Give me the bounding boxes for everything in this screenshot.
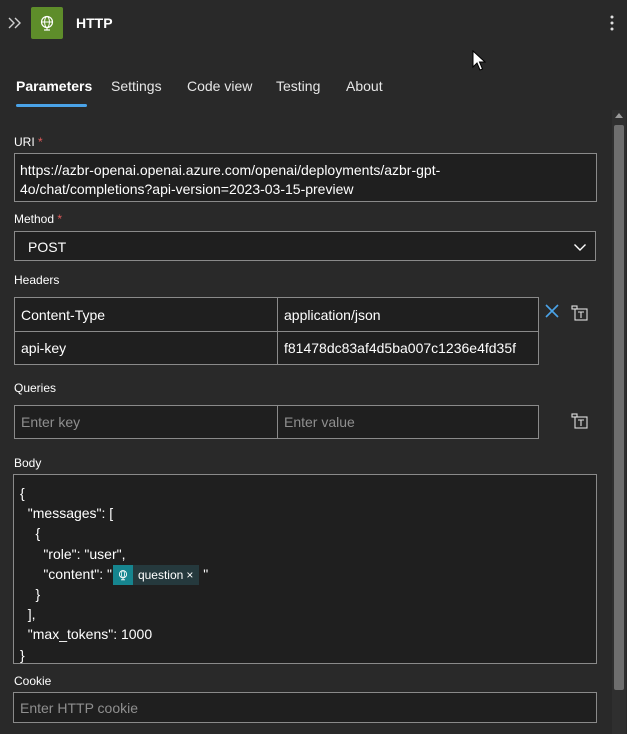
- tab-bar: Parameters Settings Code view Testing Ab…: [0, 72, 600, 108]
- token-globe-icon: [112, 565, 133, 586]
- uri-input[interactable]: https://azbr-openai.openai.azure.com/ope…: [14, 153, 597, 202]
- switch-text-mode-icon[interactable]: [570, 411, 590, 431]
- required-asterisk: *: [57, 212, 63, 226]
- query-key-input[interactable]: Enter key: [14, 405, 278, 439]
- header-key-input[interactable]: Content-Type: [14, 297, 278, 332]
- body-code-line: ],: [20, 606, 36, 623]
- header-value-input[interactable]: application/json: [277, 297, 539, 332]
- method-value: POST: [28, 239, 67, 255]
- headers-label: Headers: [14, 273, 60, 287]
- delete-x-icon[interactable]: [542, 301, 562, 321]
- collapse-panel-icon[interactable]: [6, 14, 24, 32]
- method-dropdown[interactable]: POST: [14, 231, 596, 261]
- queries-label: Queries: [14, 381, 57, 395]
- tab-about[interactable]: About: [346, 78, 383, 94]
- body-editor[interactable]: { "messages": [ { "role": "user", "conte…: [13, 474, 597, 664]
- scrollbar-thumb[interactable]: [614, 125, 624, 690]
- uri-value-line-2: 4o/chat/completions?api-version=2023-03-…: [20, 181, 354, 197]
- switch-text-mode-icon[interactable]: [570, 303, 590, 323]
- cookie-label: Cookie: [14, 674, 52, 688]
- body-code-line: "role": "user",: [20, 545, 126, 562]
- panel-header: HTTP: [0, 0, 627, 46]
- body-code-line: {: [20, 525, 41, 542]
- method-label: Method *: [14, 212, 63, 226]
- token-label: question: [137, 567, 184, 582]
- body-label: Body: [14, 456, 42, 470]
- body-code-line: "max_tokens": 1000: [20, 626, 153, 643]
- query-value-input[interactable]: Enter value: [277, 405, 539, 439]
- header-key-input[interactable]: api-key: [14, 331, 278, 365]
- header-value-input[interactable]: f81478dc83af4d5ba007c1236e4fd35f: [277, 331, 539, 365]
- tab-testing[interactable]: Testing: [276, 78, 320, 94]
- uri-value-line-1: https://azbr-openai.openai.azure.com/ope…: [20, 162, 441, 178]
- tab-code-view[interactable]: Code view: [187, 78, 252, 94]
- scroll-up-arrow-icon[interactable]: [615, 113, 623, 118]
- more-options-icon[interactable]: [603, 12, 621, 34]
- cookie-input[interactable]: Enter HTTP cookie: [13, 692, 597, 723]
- chevron-down-icon: [574, 244, 586, 251]
- mouse-cursor-icon: [472, 50, 486, 71]
- body-code-line: }: [20, 646, 25, 663]
- tab-parameters[interactable]: Parameters: [16, 78, 92, 94]
- action-title: HTTP: [76, 15, 113, 31]
- body-code-line: "messages": [: [20, 505, 114, 522]
- body-code-line: {: [20, 485, 25, 501]
- remove-token-icon[interactable]: ×: [186, 565, 193, 585]
- http-globe-icon: [31, 7, 63, 39]
- required-asterisk: *: [38, 135, 43, 149]
- dynamic-content-token[interactable]: question ×: [112, 565, 200, 586]
- active-tab-indicator: [16, 104, 87, 107]
- uri-label: URI *: [14, 135, 43, 149]
- body-code-line: "content": " question × ": [20, 564, 590, 586]
- body-code-line: }: [20, 585, 41, 602]
- tab-settings[interactable]: Settings: [111, 78, 162, 94]
